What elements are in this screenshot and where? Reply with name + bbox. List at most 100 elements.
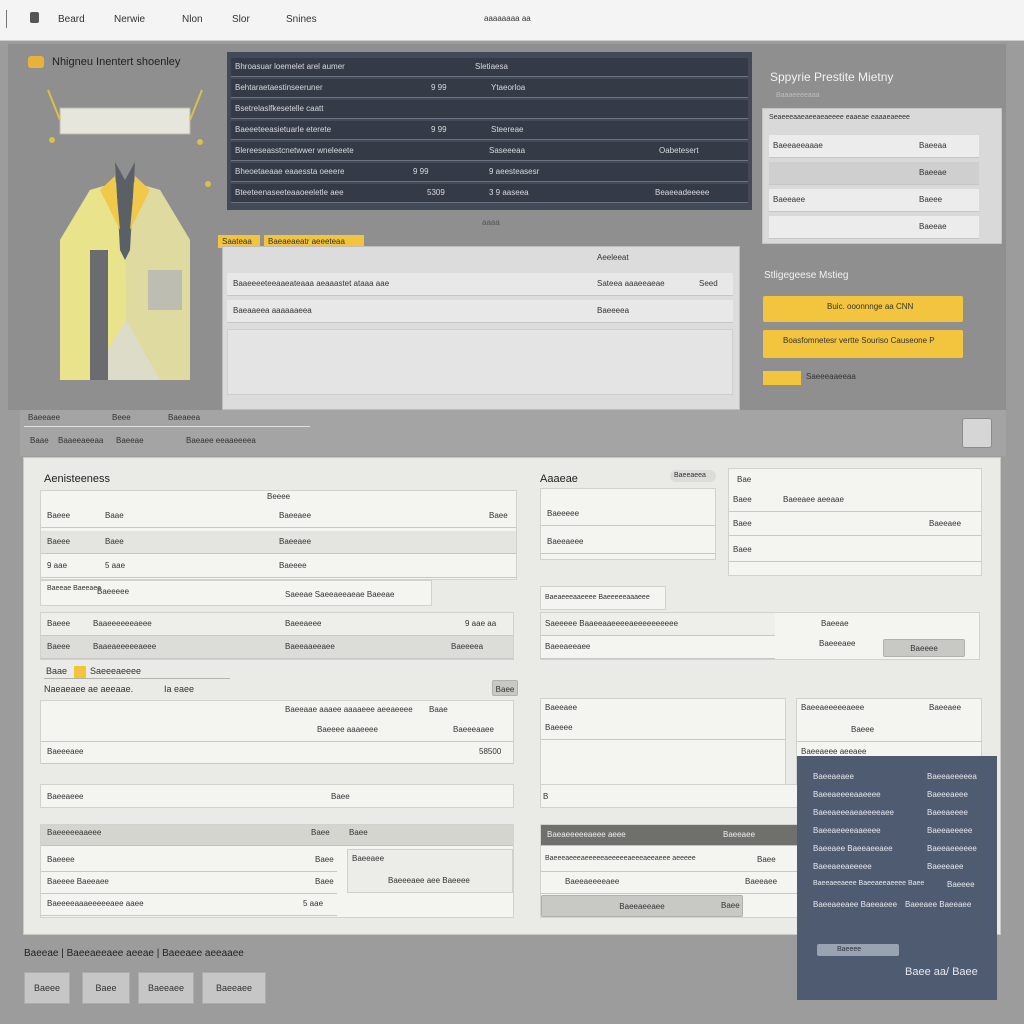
table-row[interactable]: Baee xyxy=(729,539,981,562)
toolbar-item[interactable]: Beee xyxy=(112,413,131,422)
table-row[interactable]: Bsetrelaslfkesetelle caatt xyxy=(231,100,748,119)
toolbar-sub[interactable]: Baae xyxy=(30,436,49,445)
card-row-label: Baeeaee Baeeaeeaee xyxy=(813,844,893,853)
table-header xyxy=(41,825,513,846)
nav-item[interactable]: Snines xyxy=(286,14,317,25)
footer-button[interactable]: Baeee xyxy=(24,972,70,1004)
table-row[interactable]: Baeeaeeaaae Baeeaa xyxy=(769,135,979,158)
section-subtitle: Naeaeaee ae aeeaae. xyxy=(44,684,134,694)
table-row[interactable]: Baeeaeeaee xyxy=(541,636,775,659)
detail-table: Aeeleeat Baaeeeeteeaaeateaaa aeaaastet a… xyxy=(222,246,740,410)
card-row-label: Baeeaeaee xyxy=(813,772,854,781)
card-action-button[interactable]: Baeeee xyxy=(817,944,899,956)
table-row[interactable]: Baeee Baaeeeeeeaeee Baeeaeee 9 aae aa xyxy=(41,613,513,636)
card-row-label: Baeeaeeaee Baeeaeee xyxy=(813,900,898,909)
table-row[interactable]: Baeeee xyxy=(541,717,785,740)
table-row[interactable]: Bheoetaeaae eaaessta oeeere 9 99 9 aeestea… xyxy=(231,163,748,182)
toolbar-sub[interactable]: Baeaee eeaaeeeea xyxy=(186,436,256,445)
section-label: Baae xyxy=(46,666,68,676)
table-row[interactable]: Behtaraetaestinseeruner 9 99 Ytaeorloa xyxy=(231,79,748,98)
filter-bar: Baeaeeeaaeeee Baeeeeeaaaeee xyxy=(540,586,666,610)
table-row[interactable]: Baeee xyxy=(797,719,981,742)
total-bar: Baeeaeee Baee xyxy=(40,784,514,808)
toolbar: Baeeaee Beee Baeaeea Baae Baaeeaeeaa Bae… xyxy=(20,410,1006,456)
column-header: Aeeleeat xyxy=(597,253,629,262)
load-more-button[interactable]: Baeeaeeaee xyxy=(541,895,743,917)
column-header: Beeee xyxy=(267,492,291,501)
table-row[interactable]: Bhroasuar loemelet arel aumer Sletiaesa xyxy=(231,58,748,77)
product-icon xyxy=(28,56,44,68)
table-row[interactable]: Baee Baeeaee aeeaae xyxy=(729,489,981,512)
primary-action-button[interactable]: Buic. ooonnnge aa CNN xyxy=(763,296,963,322)
flag-icon xyxy=(74,666,86,678)
mini-table: Seaeeeaaeaeeaeaeeee eaaeae eaaaeaeeee Ba… xyxy=(762,108,1002,244)
toolbar-sub[interactable]: Baeeae xyxy=(116,436,144,445)
table-row[interactable]: Baeeee Baee xyxy=(41,849,337,872)
image-icon[interactable] xyxy=(962,418,992,448)
toolbar-item[interactable]: Baeaeea xyxy=(168,413,200,422)
toolbar-item[interactable]: Baeeaee xyxy=(28,413,60,422)
section-title: Saeeeaeeee xyxy=(90,666,142,676)
sidebar-link[interactable]: Saeeeaaeeaa xyxy=(806,372,856,381)
info-table: Baeeeee Baeeaeee xyxy=(540,488,716,560)
nav-item[interactable]: Beard xyxy=(58,14,85,25)
table-row[interactable]: Baeeeee xyxy=(541,503,715,526)
status-badge: Baeeaeea xyxy=(670,470,716,482)
sidebar-subtitle: Baaaeeeeaaa xyxy=(776,92,820,99)
table-row[interactable]: Baeeeeaaaeeeeeaee aaee 5 aae xyxy=(41,893,337,916)
table-row[interactable]: Baeeee aaaeeee Baeeeaaee xyxy=(41,719,513,742)
history-table: Baeeeeeaaeee Baee Baee Baeeee Baee Baeeee… xyxy=(40,824,514,918)
table-row[interactable]: Baaeeeeteeaaeateaaa aeaaastet ataaa aae S… xyxy=(227,273,733,296)
app-logo-icon xyxy=(30,12,39,23)
nav-item[interactable]: Slor xyxy=(232,14,250,25)
filter-bar: Baeeae Baeeaee Baeeeee Saeeae Saeeaeeaea… xyxy=(40,580,432,606)
table-row[interactable]: Baeeaeee xyxy=(541,531,715,554)
table-row[interactable]: Baee Baeeaee xyxy=(729,513,981,536)
table-row[interactable]: Baeeeaeeeaeeeeeaeeeeeaeeeaeeaeee aeeeee B… xyxy=(541,849,799,872)
table-row[interactable]: Saeeeee Baaeeaaeeeeaeeeeeeeeee Baeeae xyxy=(541,613,849,636)
table-row[interactable]: Baeaaeea aaaaaaeea Baeeeea xyxy=(227,300,733,323)
note-box[interactable]: Baeeaee Baeeeaee aee Baeeee xyxy=(347,849,513,893)
data-table: Bhroasuar loemelet arel aumer Sletiaesa B… xyxy=(227,52,752,210)
table-row[interactable]: Baeee Baae Baeeaee Baee xyxy=(41,505,516,528)
section-value: Ia eaee xyxy=(164,684,195,694)
table-row[interactable]: Baeeaee Baeee xyxy=(769,189,979,212)
section-title: Aenisteeness xyxy=(44,473,111,485)
pager-label[interactable]: Baee aa/ Baee xyxy=(905,966,978,978)
info-table: Bae Baee Baeeaee aeeaae Baee Baeeaee Baee xyxy=(728,468,982,576)
secondary-action-button[interactable]: Boasfomnetesr vertte Souriso Causeone P xyxy=(763,330,963,358)
table-row[interactable]: Baeeae xyxy=(769,216,979,239)
column-header: Baeeaae aaaee aaaaeee aeeaeeee xyxy=(285,705,413,714)
small-button[interactable]: Baee xyxy=(492,680,518,696)
table-row[interactable]: Baeeeteeasietuarle eterete 9 99 Steereae xyxy=(231,121,748,140)
table-row[interactable]: Baeeee Baeeaee Baee xyxy=(41,871,337,894)
table-caption: aaaa xyxy=(482,218,500,227)
toolbar-sub[interactable]: Baaeeaeeaa xyxy=(58,436,103,445)
table-row[interactable]: Baeeeaee 58500 xyxy=(41,741,513,764)
section-title: Aaaeae xyxy=(540,473,578,485)
notes-area[interactable] xyxy=(227,329,733,395)
table-row[interactable]: Bteeteenaseeteaaoeeletle aee 5309 3 9 aase… xyxy=(231,184,748,203)
nav-item[interactable]: Nlon xyxy=(182,14,203,25)
card-row-value: Baeeeaeee xyxy=(927,790,968,799)
footer-button[interactable]: Baee xyxy=(82,972,130,1004)
card-row-value: Baeeaeeeeee xyxy=(927,844,977,853)
nav-item[interactable]: Nerwie xyxy=(114,14,145,25)
footer-button[interactable]: Baeeaee xyxy=(202,972,266,1004)
table-row[interactable]: Baeee Baaeaeeeeeaeee Baeeaaeeaee Baeeeea xyxy=(41,636,513,659)
menu-handle-icon[interactable] xyxy=(6,10,15,28)
apply-button[interactable]: Baeeee xyxy=(883,639,965,657)
table-row[interactable]: Baeeae xyxy=(769,162,979,185)
table-row[interactable]: Blereeseasstcnetwwer wneleeete Saseeeaa Oa… xyxy=(231,142,748,161)
table-row[interactable]: 9 aae 5 aae Baeeee xyxy=(41,555,516,578)
card-row-value: Baeeaeeee xyxy=(927,808,968,817)
divider xyxy=(44,678,230,679)
card-row-value: Baeeaee Baeeaee xyxy=(905,900,972,909)
table-row[interactable]: Baeeaeeeeaee Baeeaee xyxy=(541,871,799,894)
jacket-illustration xyxy=(30,80,220,390)
footer-button[interactable]: Baeeaee xyxy=(138,972,194,1004)
line-items-table: Baeeaae aaaee aaaaeee aeeaeeee Baae Baee… xyxy=(40,700,514,764)
table-row[interactable]: Baeee Baee Baeeaee xyxy=(41,531,516,554)
card-row-value: Baeeaeeeeea xyxy=(927,772,977,781)
sidebar-title: Sppyrie Prestite Mietny xyxy=(770,70,894,84)
